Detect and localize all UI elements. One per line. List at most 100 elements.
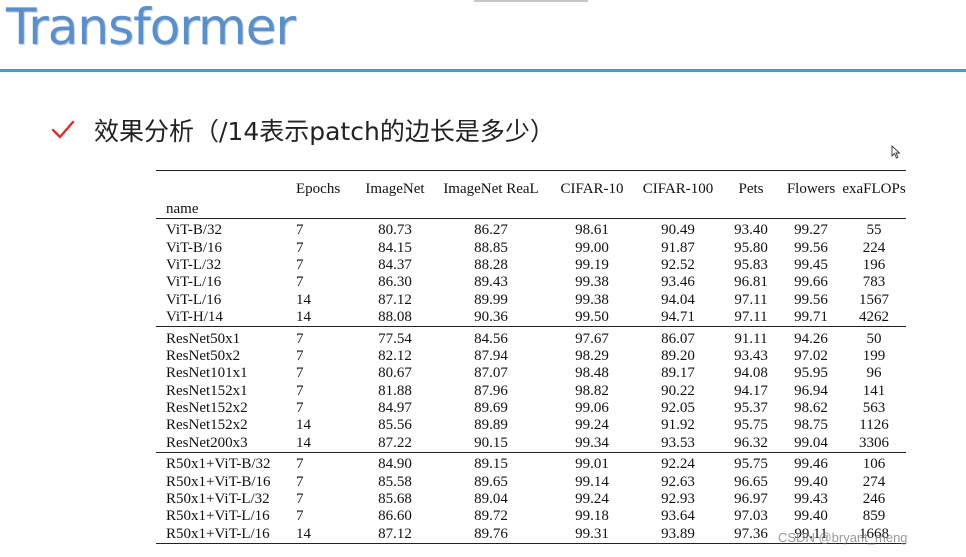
value-cell: 98.48 bbox=[575, 365, 609, 382]
value-cell: 85.58 bbox=[378, 473, 412, 490]
value-cell: 93.43 bbox=[734, 347, 768, 364]
value-cell: 86.30 bbox=[378, 274, 412, 291]
value-cell: 99.34 bbox=[575, 434, 609, 451]
value-cell: 99.38 bbox=[575, 291, 609, 308]
value-cell: 84.97 bbox=[378, 400, 412, 417]
value-cell: 89.65 bbox=[474, 473, 508, 490]
value-cell: 14 bbox=[296, 291, 311, 308]
value-cell: 87.07 bbox=[474, 365, 508, 382]
value-cell: 94.71 bbox=[661, 309, 695, 326]
model-name-cell: ViT-B/32 bbox=[166, 222, 223, 239]
value-cell: 99.38 bbox=[575, 274, 609, 291]
value-cell: 96.94 bbox=[794, 382, 828, 399]
value-cell: 98.82 bbox=[575, 382, 609, 399]
value-cell: 92.05 bbox=[661, 400, 695, 417]
value-cell: 88.28 bbox=[474, 256, 508, 273]
value-cell: 93.46 bbox=[661, 274, 695, 291]
header-spacer bbox=[722, 198, 780, 219]
value-cell: 91.11 bbox=[722, 326, 780, 348]
value-cell: 199 bbox=[862, 347, 886, 364]
header-spacer bbox=[634, 198, 722, 219]
value-cell: 94.17 bbox=[734, 382, 768, 399]
table-row: ResNet50x1 7 77.54 84.56 97.67 86.07 91.11 94.2… bbox=[156, 326, 906, 348]
table-row: ResNet200x3 14 87.22 90.15 99.34 93.53 96.32 99… bbox=[156, 435, 906, 453]
value-cell: 97.36 bbox=[734, 525, 768, 542]
value-cell: 84.37 bbox=[378, 256, 412, 273]
value-cell: 89.89 bbox=[474, 417, 508, 434]
value-cell: 196 bbox=[862, 256, 886, 273]
value-cell: 4262 bbox=[859, 309, 889, 326]
table-row: ViT-L/16 7 86.30 89.43 99.38 93.46 96.81 99.66 7… bbox=[156, 274, 906, 291]
column-header: CIFAR-10 bbox=[560, 181, 624, 197]
value-cell: 90.36 bbox=[474, 309, 508, 326]
value-cell: 274 bbox=[862, 473, 886, 490]
value-cell: 84.15 bbox=[378, 239, 412, 256]
value-cell: 96.32 bbox=[734, 434, 768, 451]
value-cell: 7 bbox=[296, 256, 304, 273]
value-cell: 89.69 bbox=[474, 400, 508, 417]
model-name-cell: ViT-L/16 bbox=[166, 291, 222, 308]
header-spacer bbox=[432, 198, 550, 219]
slide-title: Transformer bbox=[6, 0, 296, 56]
table-row: R50x1+ViT-B/32 7 84.90 89.15 99.01 92.24 95.75… bbox=[156, 452, 906, 474]
column-header: Flowers bbox=[786, 181, 836, 197]
value-cell: 96.81 bbox=[734, 274, 768, 291]
table-row: ResNet152x1 7 81.88 87.96 98.82 90.22 94.17 96.… bbox=[156, 383, 906, 400]
table-row: ViT-B/16 7 84.15 88.85 99.00 91.87 95.80 99.56 2… bbox=[156, 239, 906, 256]
value-cell: 93.53 bbox=[661, 434, 695, 451]
value-cell: 94.08 bbox=[734, 365, 768, 382]
value-cell: 3306 bbox=[859, 434, 889, 451]
model-name-cell: R50x1+ViT-L/16 bbox=[166, 508, 270, 525]
header-spacer bbox=[550, 198, 634, 219]
value-cell: 95.75 bbox=[722, 452, 780, 474]
value-cell: 99.31 bbox=[575, 525, 609, 542]
value-cell: 99.45 bbox=[794, 256, 828, 273]
value-cell: 14 bbox=[296, 525, 311, 542]
value-cell: 14 bbox=[296, 417, 311, 434]
value-cell: 7 bbox=[294, 452, 358, 474]
value-cell: 89.99 bbox=[474, 291, 508, 308]
value-cell: 7 bbox=[296, 347, 304, 364]
value-cell: 1126 bbox=[859, 417, 889, 434]
value-cell: 141 bbox=[862, 382, 886, 399]
value-cell: 90.15 bbox=[474, 434, 508, 451]
value-cell: 82.12 bbox=[378, 347, 412, 364]
value-cell: 99.40 bbox=[794, 473, 828, 490]
model-name-cell: ResNet152x2 bbox=[166, 417, 248, 434]
value-cell: 87.94 bbox=[474, 347, 508, 364]
model-name-cell: ResNet50x1 bbox=[156, 326, 294, 348]
value-cell: 99.56 bbox=[794, 239, 828, 256]
table-row: ResNet152x2 7 84.97 89.69 99.06 92.05 95.37 98.… bbox=[156, 400, 906, 417]
value-cell: 99.46 bbox=[780, 452, 842, 474]
model-name-cell: ResNet200x3 bbox=[166, 434, 248, 451]
value-cell: 224 bbox=[862, 239, 886, 256]
value-cell: 98.62 bbox=[794, 400, 828, 417]
value-cell: 89.15 bbox=[432, 452, 550, 474]
value-cell: 50 bbox=[842, 326, 906, 348]
value-cell: 783 bbox=[862, 274, 886, 291]
value-cell: 14 bbox=[296, 309, 311, 326]
value-cell: 7 bbox=[296, 382, 304, 399]
bullet-text: 效果分析（/14表示patch的边长是多少） bbox=[94, 117, 555, 146]
model-name-cell: ResNet50x2 bbox=[166, 347, 241, 364]
value-cell: 7 bbox=[296, 239, 304, 256]
value-cell: 99.66 bbox=[794, 274, 828, 291]
value-cell: 80.67 bbox=[378, 365, 412, 382]
header-blank bbox=[156, 171, 294, 199]
model-name-cell: R50x1+ViT-B/32 bbox=[156, 452, 294, 474]
value-cell: 92.24 bbox=[634, 452, 722, 474]
model-name-cell: ResNet152x2 bbox=[166, 400, 248, 417]
value-cell: 97.02 bbox=[794, 347, 828, 364]
checkmark-icon bbox=[51, 120, 75, 139]
value-cell: 1567 bbox=[859, 291, 889, 308]
model-name-cell: R50x1+ViT-L/32 bbox=[166, 491, 270, 508]
value-cell: 99.18 bbox=[575, 508, 609, 525]
value-cell: 95.75 bbox=[734, 417, 768, 434]
value-cell: 87.12 bbox=[378, 291, 412, 308]
value-cell: 7 bbox=[296, 508, 304, 525]
table-row: R50x1+ViT-L/16 7 86.60 89.72 99.18 93.64 97.03… bbox=[156, 508, 906, 525]
value-cell: 99.27 bbox=[794, 222, 828, 239]
value-cell: 96 bbox=[866, 365, 882, 382]
row-header-label: name bbox=[156, 198, 294, 219]
value-cell: 89.20 bbox=[661, 347, 695, 364]
